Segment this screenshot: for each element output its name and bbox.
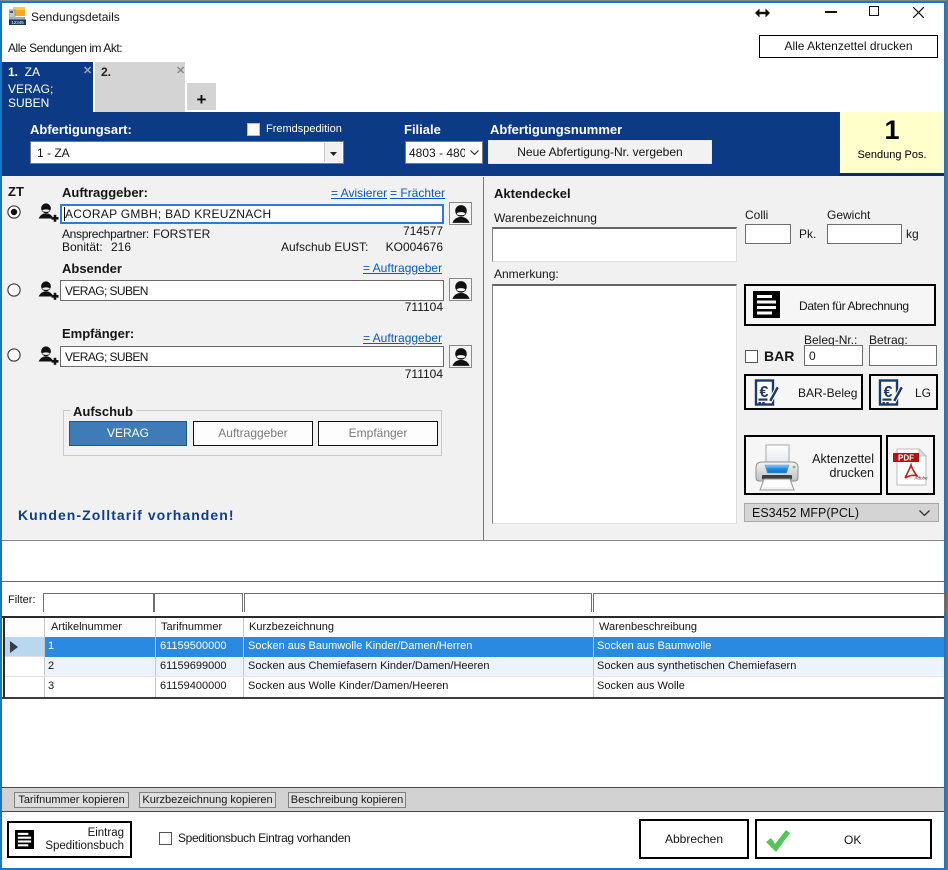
- svg-text:Adobe: Adobe: [913, 476, 928, 481]
- svg-text:12345: 12345: [11, 20, 24, 25]
- svg-text:PDF: PDF: [898, 454, 914, 463]
- svg-text:€: €: [884, 384, 893, 401]
- svg-text:€: €: [760, 384, 769, 401]
